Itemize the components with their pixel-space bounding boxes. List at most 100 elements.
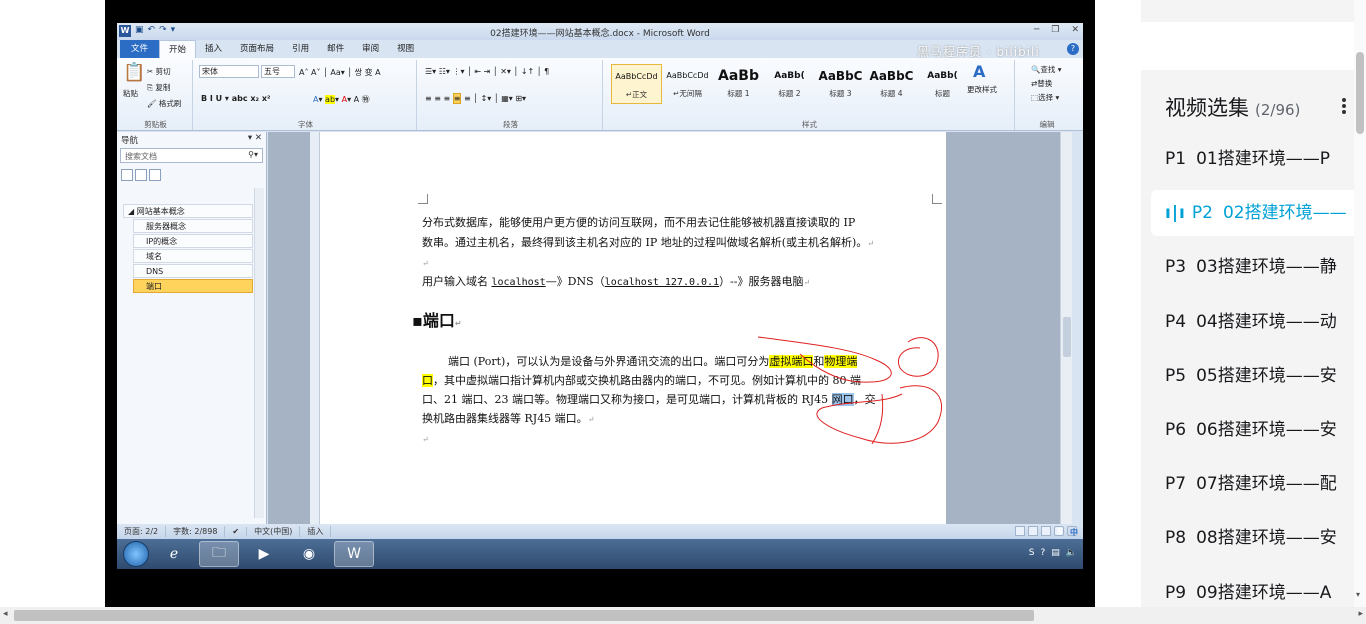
nav-tree-item[interactable]: DNS bbox=[133, 264, 253, 278]
word-title-bar: W ▣ ↶ ↷ ▾ 02搭建环境——网站基本概念.docx - Microsof… bbox=[117, 23, 1083, 40]
playlist-item[interactable]: P3 03搭建环境——静 bbox=[1151, 244, 1354, 290]
minimize-icon[interactable]: ─ bbox=[1034, 25, 1039, 35]
margin-mark bbox=[418, 194, 428, 204]
replace-button[interactable]: ⇄替换 bbox=[1031, 78, 1052, 89]
more-options-icon[interactable] bbox=[1342, 98, 1346, 116]
ime-icon[interactable]: S bbox=[1054, 526, 1064, 536]
nav-tree-item[interactable]: 服务器概念 bbox=[133, 219, 253, 233]
volume-icon[interactable]: 🔈 bbox=[1066, 548, 1077, 558]
style-title[interactable]: AaBb(标题 bbox=[917, 64, 968, 104]
nav-tree: ◢ 网站基本概念 服务器概念 IP的概念 域名 DNS 端口 bbox=[123, 204, 253, 294]
print-layout-icon[interactable] bbox=[1015, 526, 1025, 536]
horizontal-scrollbar[interactable]: ◂ ▸ bbox=[0, 607, 1366, 624]
style-no-spacing[interactable]: AaBbCcDd ↵无间隔 bbox=[662, 64, 713, 104]
results-view-icon[interactable] bbox=[149, 169, 161, 181]
video-frame[interactable]: W ▣ ↶ ↷ ▾ 02搭建环境——网站基本概念.docx - Microsof… bbox=[105, 0, 1095, 607]
spellcheck-icon[interactable]: ✔ bbox=[225, 527, 248, 536]
format-painter-button[interactable]: 🖌 格式刷 bbox=[147, 98, 181, 109]
explorer-icon[interactable]: 🗀 bbox=[199, 541, 239, 567]
page-scrollbar-thumb[interactable] bbox=[1356, 52, 1364, 134]
tab-view[interactable]: 视图 bbox=[388, 40, 423, 58]
fullscreen-reading-icon[interactable] bbox=[1028, 526, 1038, 536]
style-heading-1[interactable]: AaBb 标题 1 bbox=[713, 64, 764, 104]
font-size-select[interactable]: 五号 bbox=[261, 65, 295, 78]
change-styles-button[interactable]: 更改样式 bbox=[967, 84, 997, 95]
style-heading-2[interactable]: AaBb(标题 2 bbox=[764, 64, 815, 104]
style-normal[interactable]: AaBbCcDd ↵正文 bbox=[611, 64, 662, 104]
playlist-item[interactable]: P4 04搭建环境——动 bbox=[1151, 299, 1354, 345]
font-format-buttons[interactable]: B I U ▾ abc x₂ x² bbox=[201, 94, 271, 103]
paste-button[interactable]: 粘贴 bbox=[123, 88, 138, 99]
tab-insert[interactable]: 插入 bbox=[196, 40, 231, 58]
playlist-item[interactable]: P6 06搭建环境——安 bbox=[1151, 407, 1354, 453]
doc-heading-port: ▪端口↵ bbox=[412, 311, 462, 330]
screen-root: W ▣ ↶ ↷ ▾ 02搭建环境——网站基本概念.docx - Microsof… bbox=[0, 0, 1366, 624]
media-player-icon[interactable]: ▶ bbox=[244, 541, 284, 567]
style-heading-3[interactable]: AaBbC 标题 3 bbox=[815, 64, 866, 104]
style-heading-4[interactable]: AaBbC 标题 4 bbox=[866, 64, 917, 104]
scroll-right-icon[interactable]: ▸ bbox=[1358, 609, 1363, 619]
page-scrollbar[interactable]: ▾ bbox=[1354, 0, 1366, 607]
align-buttons[interactable]: ≡ ≡ ≡ ≡ ≡ │ ↕▾ │ ▦▾ ⊞▾ bbox=[425, 93, 526, 104]
status-mode[interactable]: 插入 bbox=[300, 526, 332, 537]
paste-icon[interactable]: 📋 bbox=[123, 62, 145, 83]
search-icon[interactable]: ⚲▾ bbox=[248, 150, 258, 159]
tab-page-layout[interactable]: 页面布局 bbox=[231, 40, 283, 58]
word-taskbar-icon[interactable]: W bbox=[334, 541, 374, 567]
help-icon[interactable]: ? bbox=[1067, 43, 1079, 55]
status-words[interactable]: 字数: 2/898 bbox=[166, 526, 226, 537]
nav-tree-item-root[interactable]: ◢ 网站基本概念 bbox=[123, 204, 253, 218]
document-page[interactable]: 分布式数据库，能够使用户更方便的访问互联网，而不用去记住能够被机器直接读取的 I… bbox=[310, 132, 946, 524]
nav-tree-item-selected[interactable]: 端口 bbox=[133, 279, 253, 293]
status-page[interactable]: 页面: 2/2 bbox=[117, 526, 167, 537]
document-scrollbar[interactable] bbox=[1060, 132, 1072, 524]
copy-button[interactable]: ⎘ 复制 bbox=[147, 82, 170, 93]
style-title-preview: AaBb( bbox=[927, 71, 958, 81]
headings-view-icon[interactable] bbox=[121, 169, 133, 181]
change-styles-icon[interactable]: A bbox=[973, 62, 985, 81]
playlist-item[interactable]: P5 05搭建环境——安 bbox=[1151, 353, 1354, 399]
select-button[interactable]: ⬚选择 ▾ bbox=[1031, 92, 1059, 103]
nav-tree-item[interactable]: IP的概念 bbox=[133, 234, 253, 248]
tab-mailings[interactable]: 邮件 bbox=[318, 40, 353, 58]
pages-view-icon[interactable] bbox=[135, 169, 147, 181]
nav-tree-item[interactable]: 域名 bbox=[133, 249, 253, 263]
playlist-item[interactable]: P9 09搭建环境——A bbox=[1151, 570, 1354, 607]
ime-language[interactable]: 中 bbox=[1067, 526, 1078, 537]
document-title: 02搭建环境——网站基本概念.docx - Microsoft Word bbox=[490, 29, 710, 39]
chrome-icon[interactable]: ◉ bbox=[289, 541, 329, 567]
status-language[interactable]: 中文(中国) bbox=[247, 526, 301, 537]
vertical-ruler bbox=[310, 132, 320, 524]
list-buttons[interactable]: ☰▾ ☷▾ ⋮▾ │ ⇤ ⇥ │ ✕▾ │ ↓↑ │ ¶ bbox=[425, 67, 549, 76]
tab-review[interactable]: 审阅 bbox=[353, 40, 388, 58]
nav-close-icon[interactable]: ▾ ✕ bbox=[248, 133, 262, 143]
tab-references[interactable]: 引用 bbox=[283, 40, 318, 58]
web-layout-icon[interactable] bbox=[1041, 526, 1051, 536]
restore-icon[interactable]: ❐ bbox=[1051, 25, 1059, 35]
playlist-item-active[interactable]: ı|ı P2 02搭建环境—— bbox=[1151, 190, 1354, 236]
sogou-icon[interactable]: S bbox=[1029, 548, 1035, 558]
start-button[interactable] bbox=[123, 541, 149, 567]
help-tray-icon[interactable]: ? bbox=[1040, 548, 1045, 558]
document-scrollbar-thumb[interactable] bbox=[1063, 317, 1071, 357]
scroll-left-icon[interactable]: ◂ bbox=[3, 609, 8, 619]
highlight-physical-port-end: 口 bbox=[422, 374, 433, 387]
episode-title: 02搭建环境—— bbox=[1222, 203, 1347, 223]
ie-icon[interactable]: ℯ bbox=[154, 541, 194, 567]
tab-file[interactable]: 文件 bbox=[120, 40, 160, 58]
font-name-select[interactable]: 宋体 bbox=[199, 65, 259, 78]
grow-shrink-font-buttons[interactable]: A˄ A˅ │ Aa▾ │ 쌍 变 A bbox=[299, 67, 381, 78]
close-icon[interactable]: ✕ bbox=[1071, 25, 1079, 35]
network-icon[interactable]: ▤ bbox=[1051, 548, 1060, 558]
horizontal-scrollbar-thumb[interactable] bbox=[14, 610, 1034, 621]
font-color-buttons[interactable]: A▾ ab▾ A▾ A ㊕ bbox=[313, 94, 370, 105]
nav-scrollbar[interactable] bbox=[254, 188, 264, 518]
playlist-item[interactable]: P1 01搭建环境——P bbox=[1151, 136, 1354, 182]
cut-button[interactable]: ✂ 剪切 bbox=[147, 66, 171, 77]
nav-search-input[interactable]: 搜索文档 ⚲▾ bbox=[120, 148, 263, 163]
find-button[interactable]: 🔍查找 ▾ bbox=[1031, 64, 1062, 75]
playlist-item[interactable]: P8 08搭建环境——安 bbox=[1151, 515, 1354, 561]
tab-home[interactable]: 开始 bbox=[159, 40, 197, 58]
playlist-item[interactable]: P7 07搭建环境——配 bbox=[1151, 461, 1354, 507]
scroll-down-icon[interactable]: ▾ bbox=[1356, 590, 1360, 599]
